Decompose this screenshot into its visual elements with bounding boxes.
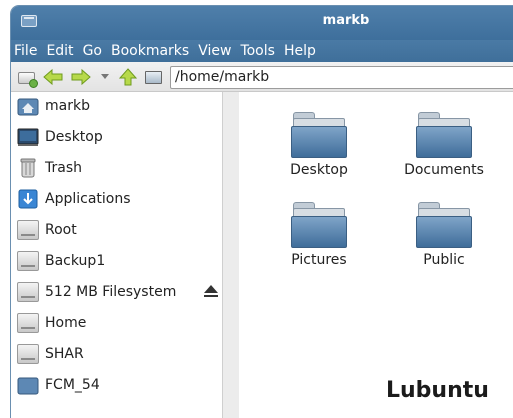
file-item[interactable]: Public bbox=[394, 202, 494, 268]
menu-tools[interactable]: Tools bbox=[240, 43, 275, 59]
location-bar[interactable]: /home/markb bbox=[170, 66, 513, 89]
parent-folder-icon[interactable] bbox=[119, 68, 137, 86]
drive-icon bbox=[17, 220, 39, 240]
sidebar-item-label: Desktop bbox=[45, 129, 103, 145]
sidebar-item-label: Backup1 bbox=[45, 253, 106, 269]
sidebar-item-backup1[interactable]: Backup1 bbox=[17, 248, 105, 274]
sidebar-item-root[interactable]: Root bbox=[17, 217, 77, 243]
sidebar-item-label: markb bbox=[45, 98, 90, 114]
file-manager-window: markb File Edit Go Bookmarks View Tools … bbox=[11, 6, 513, 418]
folder-icon bbox=[17, 375, 39, 395]
menu-help[interactable]: Help bbox=[284, 43, 316, 59]
sidebar-item-applications[interactable]: Applications bbox=[17, 186, 131, 212]
desktop-icon bbox=[17, 127, 39, 147]
toolbar: /home/markb bbox=[11, 62, 513, 92]
new-window-icon[interactable] bbox=[18, 72, 38, 88]
sidebar-item-label: FCM_54 bbox=[45, 377, 100, 393]
drive-icon bbox=[17, 344, 39, 364]
folder-icon bbox=[416, 112, 472, 158]
location-toggle-icon[interactable] bbox=[145, 71, 162, 84]
sidebar-item-label: Home bbox=[45, 315, 87, 331]
forward-arrow-icon[interactable] bbox=[71, 68, 91, 86]
menu-bar: File Edit Go Bookmarks View Tools Help bbox=[11, 40, 513, 62]
file-item[interactable]: Documents bbox=[394, 112, 494, 178]
menu-edit[interactable]: Edit bbox=[46, 43, 73, 59]
file-name: Desktop bbox=[290, 162, 348, 178]
pane-splitter[interactable] bbox=[223, 92, 239, 418]
sidebar-item-desktop[interactable]: Desktop bbox=[17, 124, 103, 150]
drive-icon bbox=[17, 282, 39, 302]
drive-icon bbox=[17, 313, 39, 333]
file-name: Pictures bbox=[291, 252, 347, 268]
sidebar-item-label: Applications bbox=[45, 191, 131, 207]
back-arrow-icon[interactable] bbox=[43, 68, 63, 86]
folder-icon bbox=[291, 112, 347, 158]
sidebar-item-512mb-filesystem[interactable]: 512 MB Filesystem bbox=[17, 279, 227, 305]
sidebar-item-fcm54[interactable]: FCM_54 bbox=[17, 372, 100, 398]
file-name: Public bbox=[423, 252, 465, 268]
trash-icon bbox=[17, 158, 39, 178]
file-item[interactable]: Desktop bbox=[269, 112, 369, 178]
sidebar-item-label: 512 MB Filesystem bbox=[45, 284, 177, 300]
folder-icon bbox=[291, 202, 347, 248]
eject-icon[interactable] bbox=[204, 285, 218, 297]
file-item[interactable]: Pictures bbox=[269, 202, 369, 268]
menu-bookmarks[interactable]: Bookmarks bbox=[111, 43, 189, 59]
menu-go[interactable]: Go bbox=[83, 43, 102, 59]
file-view: Desktop Documents Pictures Public bbox=[239, 92, 513, 418]
menu-view[interactable]: View bbox=[198, 43, 231, 59]
menu-file[interactable]: File bbox=[14, 43, 37, 59]
watermark-text: Lubuntu bbox=[386, 378, 489, 403]
home-folder-icon bbox=[17, 96, 39, 116]
sidebar-item-shar[interactable]: SHAR bbox=[17, 341, 84, 367]
applications-icon bbox=[17, 189, 39, 209]
places-sidebar: markb Desktop Trash Applications Root Ba… bbox=[11, 92, 223, 418]
sidebar-item-label: Trash bbox=[45, 160, 82, 176]
file-name: Documents bbox=[404, 162, 484, 178]
history-dropdown-icon[interactable] bbox=[101, 74, 109, 79]
drive-icon bbox=[17, 251, 39, 271]
window-title: markb bbox=[322, 13, 370, 28]
sidebar-item-home[interactable]: Home bbox=[17, 310, 86, 336]
sidebar-item-markb[interactable]: markb bbox=[17, 93, 90, 119]
folder-icon bbox=[416, 202, 472, 248]
sidebar-item-label: SHAR bbox=[45, 346, 84, 362]
title-bar[interactable]: markb bbox=[11, 6, 513, 40]
sidebar-item-label: Root bbox=[45, 222, 77, 238]
sidebar-item-trash[interactable]: Trash bbox=[17, 155, 82, 181]
